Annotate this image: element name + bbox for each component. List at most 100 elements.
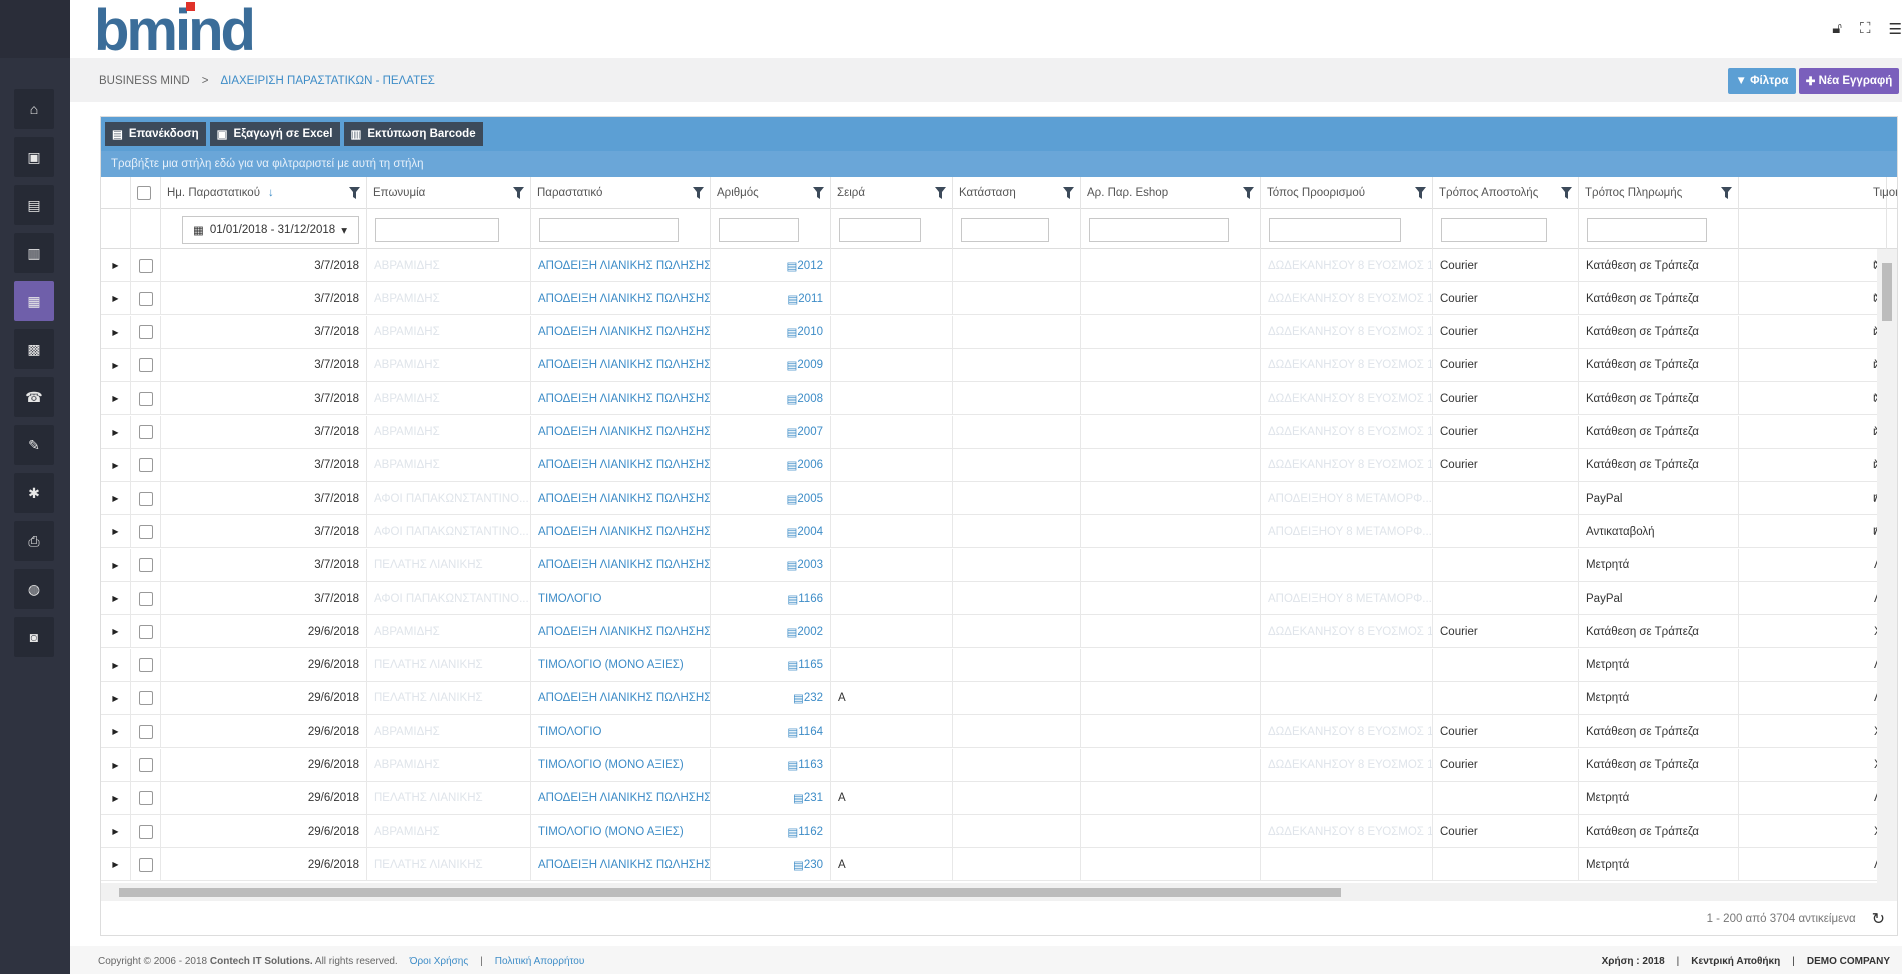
document-type-link[interactable]: ΤΙΜΟΛΟΓΙΟ bbox=[538, 726, 601, 738]
expand-row-icon[interactable]: ▶ bbox=[112, 394, 118, 403]
column-header[interactable]: Ημ. Παραστατικού ↓ bbox=[161, 177, 367, 209]
row-checkbox[interactable] bbox=[138, 524, 153, 539]
filter-funnel-icon[interactable] bbox=[935, 187, 946, 199]
column-header[interactable]: Τρόπος Αποστολής bbox=[1433, 177, 1579, 209]
expand-row-icon[interactable]: ▶ bbox=[112, 727, 118, 736]
document-number-link[interactable]: 2012 bbox=[797, 260, 823, 272]
document-type-link[interactable]: ΑΠΟΔΕΙΞΗ ΛΙΑΝΙΚΗΣ ΠΩΛΗΣΗΣ bbox=[538, 426, 710, 438]
expand-row-icon[interactable]: ▶ bbox=[112, 694, 118, 703]
document-type-link[interactable]: ΤΙΜΟΛΟΓΙΟ (ΜΟΝΟ ΑΞΙΕΣ) bbox=[538, 759, 684, 771]
column-filter-input[interactable] bbox=[1269, 218, 1401, 242]
column-filter-input[interactable] bbox=[961, 218, 1049, 242]
archive-icon[interactable]: ▥ bbox=[14, 233, 54, 273]
filter-button[interactable]: ▼ Φίλτρα bbox=[1728, 68, 1796, 94]
table-row[interactable]: ▶ 3/7/2018 ΑΒΡΑΜΙΔΗΣ ΑΠΟΔΕΙΞΗ ΛΙΑΝΙΚΗΣ ΠΩΛΗ… bbox=[101, 415, 1879, 449]
lock-icon[interactable]: 🔓︎ bbox=[1832, 20, 1842, 38]
table-row[interactable]: ▶ 3/7/2018 ΑΒΡΑΜΙΔΗΣ ΑΠΟΔΕΙΞΗ ΛΙΑΝΙΚΗΣ ΠΩΛΗ… bbox=[101, 249, 1879, 282]
column-header[interactable]: Τιμοκατάλογος bbox=[1867, 177, 1897, 209]
filter-funnel-icon[interactable] bbox=[1243, 187, 1254, 199]
expand-row-icon[interactable]: ▶ bbox=[112, 261, 118, 270]
document-number-link[interactable]: 2009 bbox=[797, 359, 823, 371]
row-checkbox[interactable] bbox=[138, 758, 153, 772]
expand-row-icon[interactable]: ▶ bbox=[112, 561, 118, 570]
camera-icon[interactable]: ◙ bbox=[14, 617, 54, 657]
expand-row-icon[interactable]: ▶ bbox=[112, 794, 118, 803]
filter-funnel-icon[interactable] bbox=[693, 187, 704, 199]
horizontal-scrollbar[interactable] bbox=[101, 883, 1897, 901]
expand-row-icon[interactable]: ▶ bbox=[112, 527, 118, 536]
globe-icon[interactable]: ◍ bbox=[14, 569, 54, 609]
document-type-link[interactable]: ΤΙΜΟΛΟΓΙΟ bbox=[538, 593, 601, 605]
grouping-panel[interactable]: Τραβήξτε μια στήλη εδώ για να φιλτραριστ… bbox=[101, 151, 1897, 177]
new-record-button[interactable]: ✚ Νέα Εγγραφή bbox=[1799, 68, 1899, 94]
row-checkbox[interactable] bbox=[138, 724, 153, 739]
document-number-link[interactable]: 2007 bbox=[797, 426, 823, 438]
row-checkbox[interactable] bbox=[138, 491, 153, 506]
document-number-link[interactable]: 1164 bbox=[798, 726, 823, 738]
footer-company-name[interactable]: DEMO COMPANY bbox=[1807, 956, 1890, 967]
vertical-scrollbar[interactable] bbox=[1877, 249, 1897, 883]
table-row[interactable]: ▶ 29/6/2018 ΠΕΛΑΤΗΣ ΛΙΑΝΙΚΗΣ ΑΠΟΔΕΙΞΗ ΛΙΑΝΙ… bbox=[101, 781, 1879, 815]
expand-row-icon[interactable]: ▶ bbox=[112, 294, 118, 303]
breadcrumb-root[interactable]: BUSINESS MIND bbox=[99, 75, 190, 87]
select-all-checkbox[interactable] bbox=[137, 186, 151, 200]
export-excel-button[interactable]: ▣ Εξαγωγή σε Excel bbox=[209, 122, 340, 146]
document-type-link[interactable]: ΑΠΟΔΕΙΞΗ ΛΙΑΝΙΚΗΣ ΠΩΛΗΣΗΣ bbox=[538, 692, 710, 704]
row-checkbox[interactable] bbox=[138, 558, 153, 573]
table-row[interactable]: ▶ 3/7/2018 ΑΒΡΑΜΙΔΗΣ ΑΠΟΔΕΙΞΗ ΛΙΑΝΙΚΗΣ ΠΩΛΗ… bbox=[101, 382, 1879, 416]
row-checkbox[interactable] bbox=[138, 591, 153, 606]
expand-row-icon[interactable]: ▶ bbox=[112, 661, 118, 670]
row-checkbox[interactable] bbox=[138, 824, 153, 839]
row-checkbox[interactable] bbox=[138, 658, 153, 673]
document-type-link[interactable]: ΑΠΟΔΕΙΞΗ ΛΙΑΝΙΚΗΣ ΠΩΛΗΣΗΣ bbox=[538, 459, 710, 471]
document-number-link[interactable]: 2002 bbox=[797, 626, 823, 638]
refresh-icon[interactable]: ↻ bbox=[1872, 909, 1885, 929]
column-header[interactable] bbox=[131, 177, 161, 209]
document-type-link[interactable]: ΑΠΟΔΕΙΞΗ ΛΙΑΝΙΚΗΣ ΠΩΛΗΣΗΣ bbox=[538, 493, 710, 505]
table-row[interactable]: ▶ 29/6/2018 ΑΒΡΑΜΙΔΗΣ ΤΙΜΟΛΟΓΙΟ (ΜΟΝΟ ΑΞΙΕΣ… bbox=[101, 815, 1879, 849]
breadcrumb-current[interactable]: ΔΙΑΧΕΙΡΙΣΗ ΠΑΡΑΣΤΑΤΙΚΩΝ - ΠΕΛΑΤΕΣ bbox=[220, 75, 434, 87]
expand-row-icon[interactable]: ▶ bbox=[112, 860, 118, 869]
footer-year[interactable]: Χρήση : 2018 bbox=[1602, 956, 1665, 967]
date-range-picker[interactable]: ▦ 01/01/2018 - 31/12/2018 ▾ bbox=[182, 216, 359, 244]
terms-link[interactable]: Όροι Χρήσης bbox=[410, 956, 468, 967]
column-header[interactable]: Σειρά bbox=[831, 177, 953, 209]
print-barcode-button[interactable]: ▥ Εκτύπωση Barcode bbox=[343, 122, 483, 146]
expand-row-icon[interactable]: ▶ bbox=[112, 428, 118, 437]
row-checkbox[interactable] bbox=[138, 291, 153, 306]
table-row[interactable]: ▶ 29/6/2018 ΠΕΛΑΤΗΣ ΛΙΑΝΙΚΗΣ ΑΠΟΔΕΙΞΗ ΛΙΑΝΙ… bbox=[101, 681, 1879, 715]
horizontal-scroll-thumb[interactable] bbox=[119, 888, 1341, 897]
expand-row-icon[interactable]: ▶ bbox=[112, 627, 118, 636]
document-type-link[interactable]: ΑΠΟΔΕΙΞΗ ΛΙΑΝΙΚΗΣ ΠΩΛΗΣΗΣ bbox=[538, 526, 710, 538]
row-checkbox[interactable] bbox=[138, 691, 153, 706]
expand-row-icon[interactable]: ▶ bbox=[112, 761, 118, 770]
privacy-link[interactable]: Πολιτική Απορρήτου bbox=[495, 956, 585, 967]
document-number-link[interactable]: 2011 bbox=[798, 293, 823, 305]
document-number-link[interactable]: 1166 bbox=[798, 593, 823, 605]
row-checkbox[interactable] bbox=[138, 391, 153, 406]
document-number-link[interactable]: 2010 bbox=[797, 326, 823, 338]
row-checkbox[interactable] bbox=[138, 425, 153, 439]
column-header[interactable]: Αρ. Παρ. Eshop bbox=[1081, 177, 1261, 209]
document-number-link[interactable]: 230 bbox=[804, 859, 823, 871]
table-row[interactable]: ▶ 29/6/2018 ΑΒΡΑΜΙΔΗΣ ΤΙΜΟΛΟΓΙΟ (ΜΟΝΟ ΑΞΙΕΣ… bbox=[101, 748, 1879, 782]
column-header[interactable]: Τόπος Προορισμού bbox=[1261, 177, 1433, 209]
column-header[interactable]: Τρόπος Πληρωμής bbox=[1579, 177, 1739, 209]
column-filter-input[interactable] bbox=[1587, 218, 1707, 242]
column-filter-input[interactable] bbox=[839, 218, 921, 242]
row-checkbox[interactable] bbox=[138, 458, 153, 473]
expand-row-icon[interactable]: ▶ bbox=[112, 461, 118, 470]
bmind-logo[interactable]: bmind bbox=[94, 0, 254, 56]
column-header[interactable]: Επωνυμία bbox=[367, 177, 531, 209]
document-number-link[interactable]: 232 bbox=[804, 692, 823, 704]
column-filter-input[interactable] bbox=[539, 218, 679, 242]
expand-row-icon[interactable]: ▶ bbox=[112, 594, 118, 603]
footer-warehouse[interactable]: Κεντρική Αποθήκη bbox=[1691, 956, 1780, 967]
reissue-button[interactable]: ▤ Επανέκδοση bbox=[105, 122, 206, 146]
row-checkbox[interactable] bbox=[138, 258, 153, 273]
table-row[interactable]: ▶ 3/7/2018 ΑΒΡΑΜΙΔΗΣ ΑΠΟΔΕΙΞΗ ΛΙΑΝΙΚΗΣ ΠΩΛΗ… bbox=[101, 448, 1879, 482]
sort-arrow-icon[interactable]: ↓ bbox=[268, 187, 274, 199]
document-type-link[interactable]: ΑΠΟΔΕΙΞΗ ΛΙΑΝΙΚΗΣ ΠΩΛΗΣΗΣ bbox=[538, 626, 710, 638]
expand-row-icon[interactable]: ▶ bbox=[112, 361, 118, 370]
expand-row-icon[interactable]: ▶ bbox=[112, 827, 118, 836]
